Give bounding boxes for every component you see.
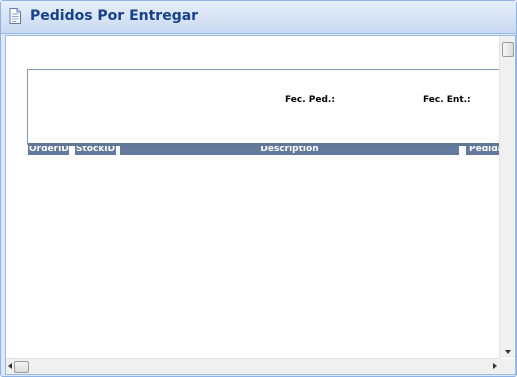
scroll-left-arrow-icon[interactable]: [8, 363, 12, 369]
document-icon: [9, 8, 21, 24]
fec-ped-label: Fec. Ped.:: [285, 95, 335, 105]
window-title: Pedidos Por Entregar: [30, 8, 199, 24]
horizontal-scroll-thumb[interactable]: [14, 361, 29, 373]
scroll-right-arrow-icon[interactable]: [493, 363, 497, 369]
horizontal-scrollbar[interactable]: [6, 358, 500, 374]
report-divider: [30, 143, 507, 146]
scrollbar-corner: [500, 359, 515, 374]
scroll-down-arrow-icon[interactable]: [505, 350, 511, 354]
report-window: Pedidos Por Entregar Fec. Ped.: Fec. Ent…: [0, 0, 517, 377]
vertical-scroll-thumb[interactable]: [502, 42, 514, 57]
vertical-scrollbar[interactable]: [499, 36, 515, 358]
report-viewer: Fec. Ped.: Fec. Ent.: OrderID: StockID D…: [5, 35, 516, 375]
window-titlebar: Pedidos Por Entregar: [1, 1, 516, 34]
report-page: Fec. Ped.: Fec. Ent.: OrderID: StockID D…: [27, 69, 510, 155]
fec-ent-label: Fec. Ent.:: [423, 95, 471, 105]
